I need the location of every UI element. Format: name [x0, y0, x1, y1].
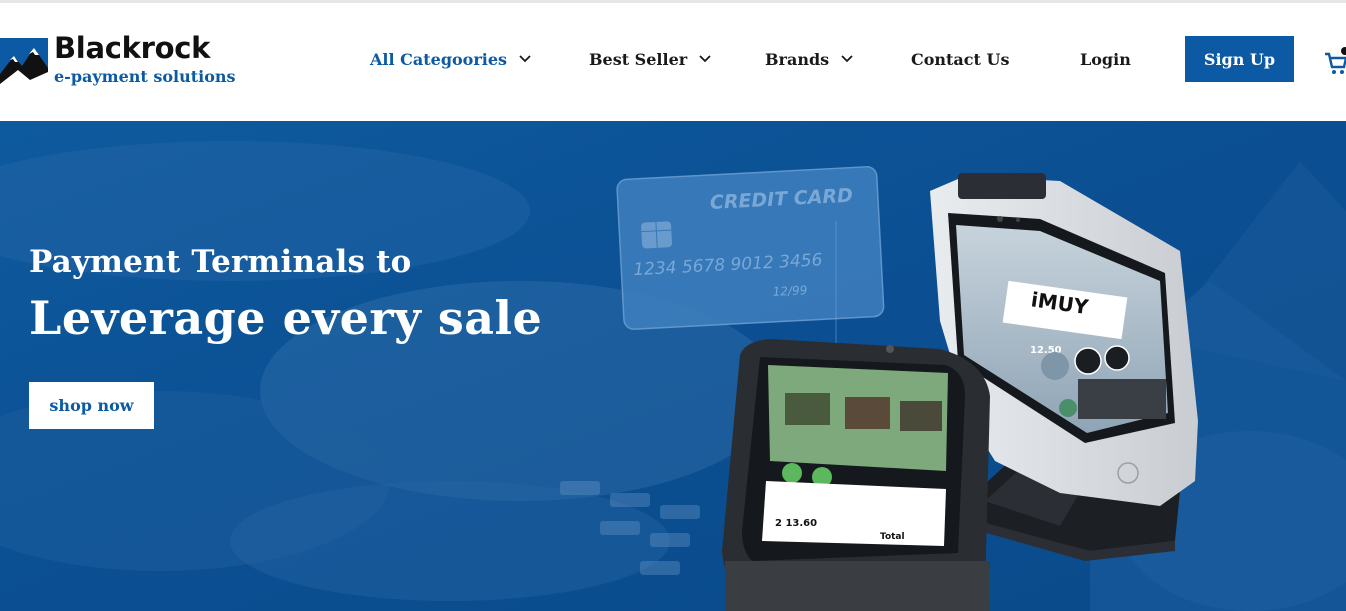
- nav-label: All Categoories: [370, 49, 508, 69]
- cart-icon[interactable]: [1324, 47, 1346, 77]
- brand-tagline: e-payment solutions: [54, 67, 236, 86]
- terminal-total-label: Total: [880, 532, 905, 542]
- sign-up-button[interactable]: Sign Up: [1185, 36, 1294, 82]
- nav-contact-us[interactable]: Contact Us: [911, 47, 1009, 71]
- hero-background-image: CREDIT CARD 1234 5678 9012 3456 12/99 iM…: [0, 121, 1346, 611]
- mountain-logo-icon: [0, 38, 48, 90]
- terminal-total-value: 2 13.60: [775, 518, 817, 529]
- card-expiry: 12/99: [772, 283, 807, 299]
- brand-logo[interactable]: Blackrock e-payment solutions: [0, 31, 240, 95]
- nav-login[interactable]: Login: [1080, 47, 1131, 71]
- brand-name: Blackrock: [54, 31, 211, 65]
- hero-banner: CREDIT CARD 1234 5678 9012 3456 12/99 iM…: [0, 121, 1346, 611]
- hero-subtitle: Payment Terminals to: [29, 244, 412, 280]
- chevron-down-icon: [519, 55, 531, 63]
- hero-title: Leverage every sale: [29, 291, 543, 345]
- chevron-down-icon: [841, 55, 853, 63]
- nav-best-seller[interactable]: Best Seller: [589, 47, 711, 71]
- nav-label: Login: [1080, 49, 1131, 69]
- nav-label: Brands: [765, 49, 830, 69]
- nav-label: Contact Us: [911, 49, 1010, 69]
- nav-all-categories[interactable]: All Categoories: [370, 47, 531, 71]
- site-header: Blackrock e-payment solutions All Catego…: [0, 3, 1346, 121]
- shop-now-button[interactable]: shop now: [29, 382, 154, 429]
- chevron-down-icon: [699, 55, 711, 63]
- nav-label: Best Seller: [589, 49, 688, 69]
- nav-brands[interactable]: Brands: [765, 47, 853, 71]
- handheld-terminal: 2 13.60 Total: [722, 339, 990, 611]
